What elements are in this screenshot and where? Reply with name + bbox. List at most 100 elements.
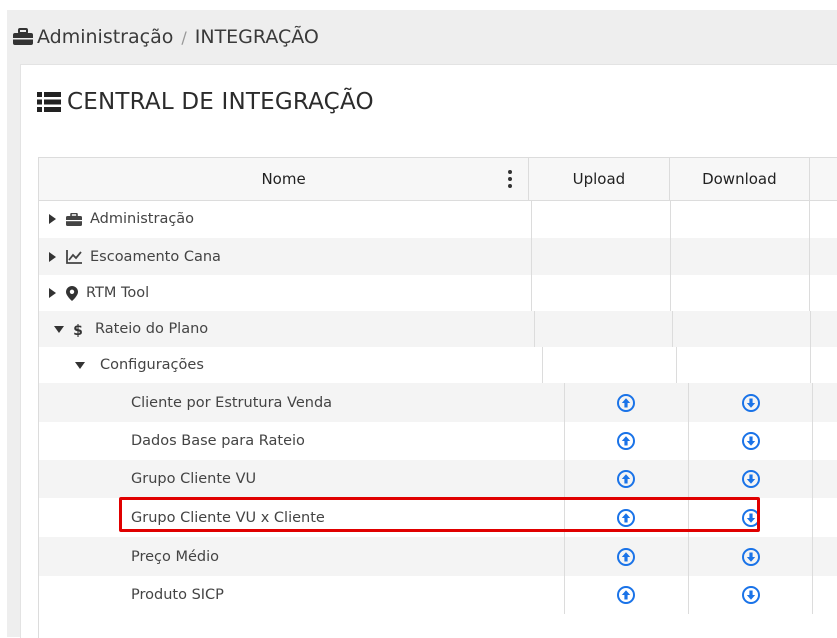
download-icon[interactable] xyxy=(741,586,760,604)
row-label: Cliente por Estrutura Venda xyxy=(131,394,333,411)
upload-icon[interactable] xyxy=(617,508,636,527)
name-cell: Dados Base para Rateio xyxy=(39,422,564,460)
row-label: Rateio do Plano xyxy=(95,321,209,337)
table-row[interactable]: Grupo Cliente VU xyxy=(39,460,837,498)
download-cell xyxy=(687,537,812,576)
upload-cell xyxy=(533,311,672,347)
upload-cell xyxy=(563,460,688,498)
download-icon[interactable] xyxy=(741,508,760,527)
extra-cell xyxy=(810,347,837,383)
extra-cell xyxy=(809,311,837,347)
upload-cell xyxy=(541,347,676,383)
upload-cell xyxy=(563,576,688,614)
caret-right-icon[interactable] xyxy=(46,288,58,298)
download-cell xyxy=(670,238,809,275)
upload-icon[interactable] xyxy=(617,586,636,604)
upload-cell xyxy=(563,383,688,422)
row-label: Dados Base para Rateio xyxy=(131,433,305,449)
upload-cell xyxy=(563,498,688,537)
name-cell: RTM Tool xyxy=(39,275,531,311)
download-cell xyxy=(687,460,812,498)
table-row[interactable]: Produto SICP xyxy=(39,576,837,614)
download-cell xyxy=(670,275,809,311)
row-label: Escoamento Cana xyxy=(90,248,221,265)
table-row[interactable]: RTM Tool xyxy=(39,275,837,311)
column-header-nome[interactable]: Nome xyxy=(39,158,528,200)
download-cell xyxy=(671,311,810,347)
row-label: Configurações xyxy=(100,357,204,373)
breadcrumb: Administração / INTEGRAÇÃO xyxy=(12,24,319,50)
upload-icon[interactable] xyxy=(617,547,636,566)
extra-cell xyxy=(812,576,837,614)
svg-text:$: $ xyxy=(73,323,83,337)
map-marker-icon xyxy=(66,285,78,301)
breadcrumb-current: INTEGRAÇÃO xyxy=(194,26,319,48)
extra-cell xyxy=(812,383,837,422)
name-cell: Cliente por Estrutura Venda xyxy=(39,383,564,422)
caret-right-icon[interactable] xyxy=(46,214,58,224)
column-header-label: Nome xyxy=(261,170,306,188)
integration-grid: Nome Upload Download Administração Escoam… xyxy=(38,157,837,638)
row-label: Administração xyxy=(90,211,195,227)
upload-cell xyxy=(530,275,670,311)
table-row[interactable]: Grupo Cliente VU x Cliente xyxy=(39,498,837,537)
extra-cell xyxy=(809,275,837,311)
extra-cell xyxy=(809,200,837,238)
table-row[interactable]: Preço Médio xyxy=(39,537,837,576)
breadcrumb-parent[interactable]: Administração xyxy=(37,26,173,48)
page-title: CENTRAL DE INTEGRAÇÃO xyxy=(37,86,374,118)
name-cell: Escoamento Cana xyxy=(39,238,531,275)
list-icon xyxy=(37,91,67,113)
extra-cell xyxy=(812,498,837,537)
line-chart-icon xyxy=(66,249,82,264)
name-cell: Administração xyxy=(39,200,531,238)
extra-cell xyxy=(812,460,837,498)
column-menu-icon[interactable] xyxy=(508,170,512,192)
upload-icon[interactable] xyxy=(617,470,636,488)
caret-down-icon[interactable] xyxy=(53,325,65,333)
download-icon[interactable] xyxy=(741,547,760,566)
upload-cell xyxy=(563,537,688,576)
download-cell xyxy=(687,422,812,460)
column-header-upload[interactable]: Upload xyxy=(528,158,668,200)
upload-cell xyxy=(530,200,670,238)
table-row[interactable]: Dados Base para Rateio xyxy=(39,422,837,460)
row-label: Grupo Cliente VU xyxy=(131,471,257,487)
extra-cell xyxy=(809,238,837,275)
upload-cell xyxy=(563,422,688,460)
caret-down-icon[interactable] xyxy=(74,361,86,369)
upload-icon[interactable] xyxy=(617,432,636,450)
name-cell: Grupo Cliente VU xyxy=(39,460,564,498)
upload-cell xyxy=(530,238,670,275)
name-cell: Configurações xyxy=(39,347,542,383)
table-row[interactable]: $ Rateio do Plano xyxy=(39,311,837,347)
column-header-download[interactable]: Download xyxy=(668,158,809,200)
table-row[interactable]: Configurações xyxy=(39,347,837,383)
column-header-extra xyxy=(809,158,837,200)
name-cell: Preço Médio xyxy=(39,537,564,576)
row-label: Grupo Cliente VU x Cliente xyxy=(131,509,325,526)
table-row[interactable]: Administração xyxy=(39,200,837,238)
name-cell: Produto SICP xyxy=(39,576,564,614)
extra-cell xyxy=(812,422,837,460)
table-row[interactable]: Escoamento Cana xyxy=(39,238,837,275)
upload-icon[interactable] xyxy=(617,393,636,412)
download-icon[interactable] xyxy=(741,393,760,412)
row-label: RTM Tool xyxy=(86,285,150,301)
name-cell: Grupo Cliente VU x Cliente xyxy=(39,498,564,537)
dollar-icon: $ xyxy=(73,322,83,337)
download-icon[interactable] xyxy=(741,432,760,450)
table-row[interactable]: Cliente por Estrutura Venda xyxy=(39,383,837,422)
name-cell: $ Rateio do Plano xyxy=(39,311,534,347)
download-icon[interactable] xyxy=(741,470,760,488)
row-label: Preço Médio xyxy=(131,548,220,565)
extra-cell xyxy=(812,537,837,576)
caret-right-icon[interactable] xyxy=(46,251,58,262)
row-label: Produto SICP xyxy=(131,587,224,603)
page-title-text: CENTRAL DE INTEGRAÇÃO xyxy=(67,89,374,115)
download-cell xyxy=(670,200,809,238)
briefcase-icon xyxy=(66,212,82,226)
download-cell xyxy=(687,576,812,614)
download-cell xyxy=(687,383,812,422)
grid-header: Nome Upload Download xyxy=(39,158,837,201)
